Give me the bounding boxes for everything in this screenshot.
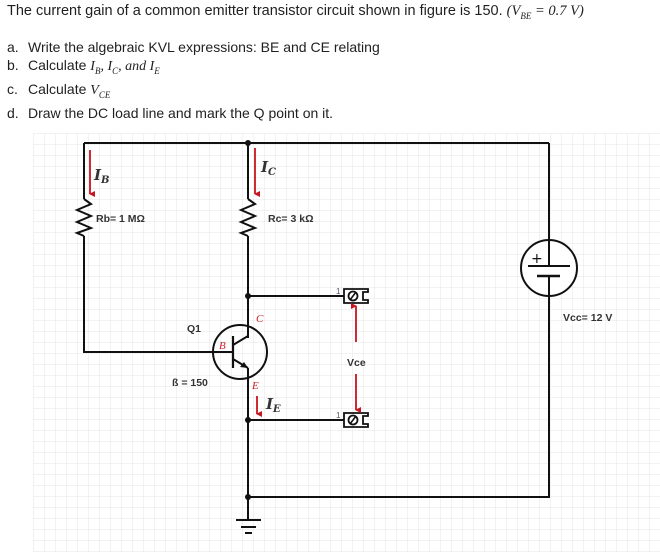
pin-e-label: E bbox=[251, 380, 259, 392]
junction-top bbox=[245, 140, 251, 146]
terminal-bottom-number: 1 bbox=[336, 411, 341, 420]
terminal-top-number: 1 bbox=[336, 287, 341, 296]
rc-label: Rc= 3 kΩ bbox=[268, 213, 314, 225]
vcc-plus-sign: + bbox=[531, 251, 543, 267]
q1-label: Q1 bbox=[187, 323, 201, 335]
vcc-source bbox=[520, 239, 578, 297]
beta-label: ß = 150 bbox=[172, 377, 208, 389]
rb-label: Rb= 1 MΩ bbox=[96, 213, 145, 225]
junction-emitter bbox=[245, 417, 251, 423]
junction-collector bbox=[245, 293, 251, 299]
vce-label: Vce bbox=[347, 357, 366, 369]
junction-bottom bbox=[245, 494, 251, 500]
circuit-diagram: Rb= 1 MΩ Rc= 3 kΩ IB IC Q1 ß = 150 B C E… bbox=[33, 133, 660, 552]
pin-c-label: C bbox=[256, 313, 264, 325]
pin-b-label: B bbox=[219, 340, 226, 352]
grid-background bbox=[33, 133, 660, 552]
vcc-label: Vcc= 12 V bbox=[563, 312, 612, 324]
